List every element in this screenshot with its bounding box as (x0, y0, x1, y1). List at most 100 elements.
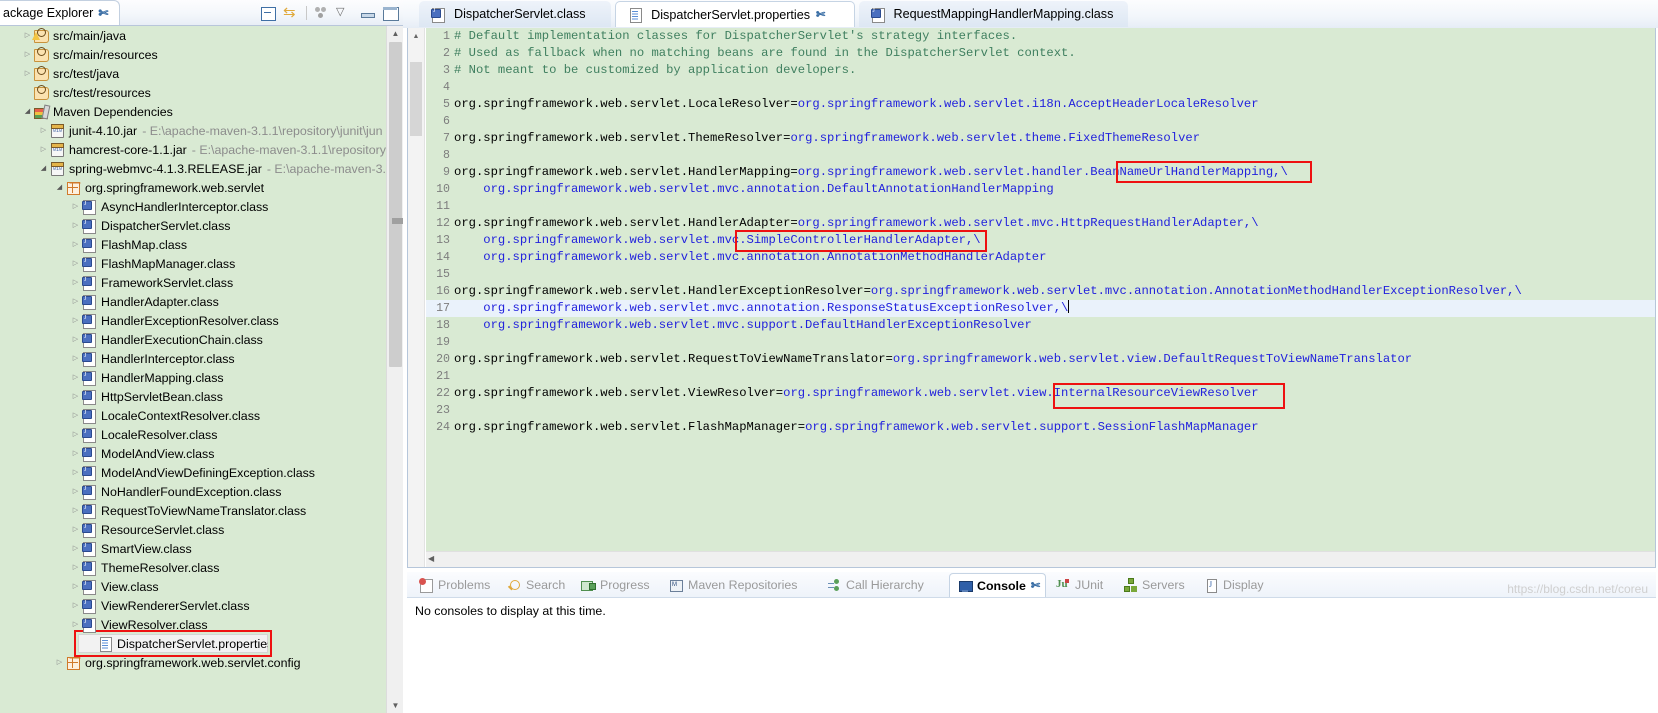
view-menu-icon[interactable] (336, 5, 353, 22)
tree-item[interactable]: J010 ViewResolver.class (0, 615, 386, 634)
tree-item[interactable]: org.springframework.web.servlet (0, 178, 386, 197)
code-line[interactable]: 23 (426, 402, 1655, 419)
tree-expand-arrow-icon[interactable] (70, 235, 81, 254)
console-body[interactable]: No consoles to display at this time. htt… (407, 582, 1656, 713)
tree-item-selected[interactable]: DispatcherServlet.properties (74, 630, 272, 657)
bottom-tab-display[interactable]: Display (1196, 573, 1275, 597)
editor-tab-1[interactable]: DispatcherServlet.properties ✄ (615, 1, 855, 27)
code-line[interactable]: 20 org.springframework.web.servlet.Reques… (426, 351, 1655, 368)
close-icon[interactable]: ✄ (1031, 579, 1040, 592)
tree-item[interactable]: src/test/resources (0, 83, 386, 102)
tree-expand-arrow-icon[interactable] (70, 330, 81, 349)
tree-expand-arrow-icon[interactable] (70, 197, 81, 216)
scroll-up-arrow-icon[interactable]: ▲ (388, 26, 403, 41)
code-line[interactable]: 21 (426, 368, 1655, 385)
editor-tab-2[interactable]: J 010 RequestMappingHandlerMapping.class (858, 1, 1129, 27)
tree-item[interactable]: J010 HandlerExceptionResolver.class (0, 311, 386, 330)
code-line[interactable]: 22 org.springframework.web.servlet.ViewRe… (426, 385, 1655, 402)
tree-expand-arrow-icon[interactable] (22, 64, 33, 83)
tree-item[interactable]: J010 RequestToViewNameTranslator.class (0, 501, 386, 520)
tree-item[interactable]: J010 NoHandlerFoundException.class (0, 482, 386, 501)
tree-expand-arrow-icon[interactable] (70, 254, 81, 273)
close-icon[interactable]: ✄ (98, 6, 108, 20)
tree-expand-arrow-icon[interactable] (38, 159, 49, 178)
code-line[interactable]: 5 org.springframework.web.servlet.LocaleR… (426, 96, 1655, 113)
code-line[interactable]: 9 org.springframework.web.servlet.Handler… (426, 164, 1655, 181)
tree-item[interactable]: J010 ModelAndView.class (0, 444, 386, 463)
editor-horizontal-scrollbar[interactable]: ◀ (426, 551, 1655, 567)
tree-item[interactable]: src/main/java (0, 26, 386, 45)
tree-item[interactable]: J010 HandlerAdapter.class (0, 292, 386, 311)
tree-item[interactable]: J010 View.class (0, 577, 386, 596)
tree-item[interactable]: J010 HandlerInterceptor.class (0, 349, 386, 368)
tree-expand-arrow-icon[interactable] (70, 520, 81, 539)
tree-expand-arrow-icon[interactable] (54, 178, 65, 197)
tree-item[interactable]: J010 ResourceServlet.class (0, 520, 386, 539)
tree-expand-arrow-icon[interactable] (22, 26, 33, 45)
code-line[interactable]: 14 org.springframework.web.servlet.mvc.a… (426, 249, 1655, 266)
tree-expand-arrow-icon[interactable] (70, 292, 81, 311)
code-line[interactable]: 4 (426, 79, 1655, 96)
tab-package-explorer[interactable]: ackage Explorer ✄ (0, 0, 121, 25)
tree-item[interactable]: J010 ModelAndViewDefiningException.class (0, 463, 386, 482)
code-line[interactable]: 2 # Used as fallback when no matching bea… (426, 45, 1655, 62)
tree-expand-arrow-icon[interactable] (54, 653, 65, 672)
tree-expand-arrow-icon[interactable] (70, 368, 81, 387)
minimize-icon[interactable] (359, 5, 376, 22)
collapse-all-icon[interactable] (260, 5, 277, 22)
tree-expand-arrow-icon[interactable] (70, 577, 81, 596)
tree-item[interactable]: J010 SmartView.class (0, 539, 386, 558)
tree-expand-arrow-icon[interactable] (70, 444, 81, 463)
code-line[interactable]: 13 org.springframework.web.servlet.mvc.S… (426, 232, 1655, 249)
maximize-icon[interactable] (382, 5, 399, 22)
tree-expand-arrow-icon[interactable] (22, 102, 33, 121)
editor-tab-0[interactable]: J 010 DispatcherServlet.class (419, 1, 612, 27)
tree-expand-arrow-icon[interactable] (70, 463, 81, 482)
tree-expand-arrow-icon[interactable] (70, 406, 81, 425)
code-line[interactable]: 8 (426, 147, 1655, 164)
tree-expand-arrow-icon[interactable] (70, 615, 81, 634)
code-line[interactable]: 7 org.springframework.web.servlet.ThemeRe… (426, 130, 1655, 147)
bottom-tab-search[interactable]: Search (499, 573, 571, 597)
code-line[interactable]: 16 org.springframework.web.servlet.Handle… (426, 283, 1655, 300)
tree-expand-arrow-icon[interactable] (70, 596, 81, 615)
bottom-tab-progress[interactable]: Progress (573, 573, 659, 597)
tree-item[interactable]: J010 ViewRendererServlet.class (0, 596, 386, 615)
code-line[interactable]: 17 org.springframework.web.servlet.mvc.a… (426, 300, 1655, 317)
tree-item[interactable]: J010 HandlerMapping.class (0, 368, 386, 387)
code-line[interactable]: 18 org.springframework.web.servlet.mvc.s… (426, 317, 1655, 334)
tree-expand-arrow-icon[interactable] (70, 311, 81, 330)
code-line[interactable]: 15 (426, 266, 1655, 283)
editor-code-content[interactable]: 1 # Default implementation classes for Di… (426, 28, 1655, 567)
tree-item[interactable]: 010 hamcrest-core-1.1.jar - E:\apache-mave… (0, 140, 386, 159)
tree-item[interactable]: J010 HandlerExecutionChain.class (0, 330, 386, 349)
properties-editor[interactable]: ▲ 1 # Default implementation classes for … (407, 28, 1656, 568)
tree-item[interactable]: J010 DispatcherServlet.class (0, 216, 386, 235)
code-line[interactable]: 6 (426, 113, 1655, 130)
ruler-scroll-up-icon[interactable]: ▲ (409, 29, 423, 43)
tree-item[interactable]: Maven Dependencies (0, 102, 386, 121)
view-layout-icon[interactable] (313, 5, 330, 22)
code-line[interactable]: 11 (426, 198, 1655, 215)
tree-item[interactable]: J010 HttpServletBean.class (0, 387, 386, 406)
scroll-left-arrow-icon[interactable]: ◀ (428, 554, 434, 563)
scrollbar-thumb[interactable] (389, 42, 403, 367)
scroll-down-arrow-icon[interactable]: ▼ (388, 698, 403, 713)
code-line[interactable]: 24 org.springframework.web.servlet.FlashM… (426, 419, 1655, 436)
bottom-tab-servers[interactable]: Servers (1115, 573, 1194, 597)
tree-item[interactable]: 010 junit-4.10.jar - E:\apache-maven-3.1.1… (0, 121, 386, 140)
editor-overview-ruler[interactable]: ▲ (408, 28, 425, 567)
tree-item[interactable]: org.springframework.web.servlet.config (0, 653, 386, 672)
tree-item[interactable]: J010 LocaleResolver.class (0, 425, 386, 444)
tree-item[interactable]: J010 AsyncHandlerInterceptor.class (0, 197, 386, 216)
tree-expand-arrow-icon[interactable] (70, 349, 81, 368)
tree-expand-arrow-icon[interactable] (70, 482, 81, 501)
bottom-tab-maven-repositories[interactable]: Maven Repositories (661, 573, 817, 597)
tree-item[interactable]: J010 FlashMapManager.class (0, 254, 386, 273)
close-icon[interactable]: ✄ (816, 8, 825, 21)
bottom-tab-console[interactable]: Console ✄ (949, 573, 1046, 597)
tree-expand-arrow-icon[interactable] (70, 501, 81, 520)
tree-item[interactable]: J010 FrameworkServlet.class (0, 273, 386, 292)
bottom-tab-call-hierarchy[interactable]: Call Hierarchy (819, 573, 947, 597)
code-line[interactable]: 1 # Default implementation classes for Di… (426, 28, 1655, 45)
